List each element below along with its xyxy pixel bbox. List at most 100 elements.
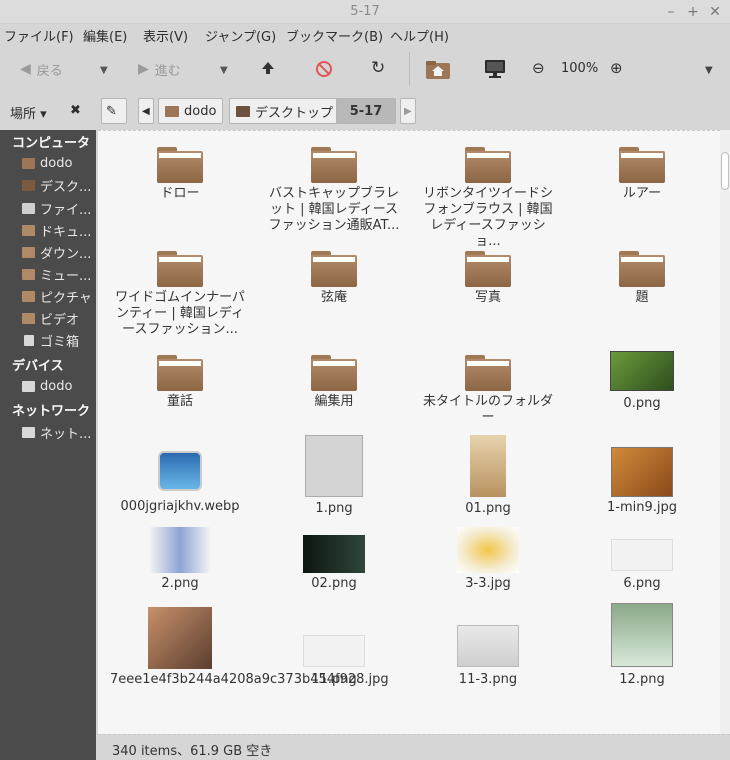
- back-history-dropdown-icon[interactable]: ▼: [100, 65, 108, 76]
- path-button-desktop[interactable]: デスクトップ: [229, 98, 341, 124]
- path-button-current[interactable]: 5-17: [336, 98, 396, 124]
- file-name: バストキャップブラレット | 韓国レディースファッション通販AT...: [268, 186, 400, 233]
- file-item[interactable]: 写真: [418, 251, 558, 306]
- file-item[interactable]: 12.png: [572, 603, 712, 688]
- file-name: 2.png: [161, 576, 199, 591]
- file-item[interactable]: 6.png: [572, 539, 712, 592]
- file-name: 01.png: [465, 501, 511, 516]
- minimize-button[interactable]: –: [662, 3, 680, 21]
- music-icon: [22, 268, 35, 280]
- sidebar-item-videos[interactable]: ビデオ: [22, 308, 79, 328]
- file-name: 6.png: [623, 576, 661, 591]
- close-window-button[interactable]: ✕: [706, 3, 724, 21]
- file-name: 童話: [166, 394, 193, 409]
- file-item[interactable]: 0.png: [572, 351, 712, 412]
- folder-icon: [311, 147, 357, 183]
- file-item[interactable]: 未タイトルのフォルダー: [418, 355, 558, 426]
- file-item[interactable]: ルアー: [572, 147, 712, 202]
- path-button-dodo[interactable]: dodo: [158, 98, 224, 124]
- reload-icon[interactable]: ↻: [371, 58, 385, 78]
- file-item[interactable]: 編集用: [264, 355, 404, 410]
- sidebar-item-network[interactable]: ネット...: [22, 422, 91, 442]
- sidebar-item-home[interactable]: dodo: [22, 153, 72, 173]
- file-item[interactable]: 1-min9.jpg: [572, 447, 712, 516]
- sidebar-header-computer: コンピュータ: [12, 136, 91, 151]
- sidebar-item-desktop[interactable]: デスク...: [22, 175, 91, 195]
- file-item[interactable]: 11-3.png: [418, 625, 558, 688]
- close-sidebar-icon[interactable]: ✖: [70, 103, 81, 118]
- sidebar-item-music[interactable]: ミュー...: [22, 264, 91, 284]
- folder-icon: [465, 147, 511, 183]
- file-item[interactable]: ワイドゴムインナーパンティー | 韓国レディースファッション...: [110, 251, 250, 338]
- stop-icon[interactable]: [316, 61, 332, 77]
- file-item[interactable]: 3-3.jpg: [418, 527, 558, 592]
- network-icon: [22, 426, 35, 438]
- file-item[interactable]: 01.png: [418, 435, 558, 517]
- menu-bookmarks[interactable]: ブックマーク(B): [286, 26, 383, 45]
- sidebar-item-device-dodo[interactable]: dodo: [22, 376, 72, 396]
- forward-history-dropdown-icon[interactable]: ▼: [220, 65, 228, 76]
- sidebar-item-documents[interactable]: ドキュ...: [22, 220, 91, 240]
- file-name: 未タイトルのフォルダー: [422, 394, 553, 425]
- file-item[interactable]: 000jgriajkhv.webp: [110, 451, 250, 515]
- file-item[interactable]: 童話: [110, 355, 250, 410]
- sidebar-item-label: ビデオ: [40, 312, 80, 328]
- path-label: デスクトップ: [255, 105, 334, 121]
- folder-icon: [157, 355, 203, 391]
- up-arrow-icon[interactable]: [260, 60, 276, 76]
- maximize-button[interactable]: +: [684, 3, 702, 21]
- home-folder-icon[interactable]: [426, 59, 450, 79]
- forward-button[interactable]: ▶ 進む: [138, 46, 181, 92]
- file-item[interactable]: 2.png: [110, 527, 250, 592]
- file-item[interactable]: 11.png: [264, 635, 404, 688]
- zoom-out-icon[interactable]: ⊖: [532, 59, 545, 77]
- zoom-in-icon[interactable]: ⊕: [610, 59, 623, 77]
- filesystem-icon: [22, 202, 35, 214]
- image-thumbnail: [611, 539, 673, 571]
- menu-help[interactable]: ヘルプ(H): [390, 26, 449, 45]
- scrollbar-thumb[interactable]: [721, 152, 729, 190]
- file-item[interactable]: 題: [572, 251, 712, 306]
- home-folder-icon: [165, 105, 179, 117]
- desktop-icon: [236, 105, 250, 117]
- file-item[interactable]: 7eee1e4f3b244a4208a9c373b454f928.jpg: [110, 607, 389, 688]
- path-scroll-left-button[interactable]: ◀: [138, 98, 154, 124]
- file-item[interactable]: ドロー: [110, 147, 250, 202]
- sidebar-item-downloads[interactable]: ダウン...: [22, 242, 91, 262]
- file-name: ドロー: [160, 186, 200, 201]
- file-name: ワイドゴムインナーパンティー | 韓国レディースファッション...: [115, 290, 245, 337]
- toggle-location-entry-button[interactable]: ✎: [101, 98, 127, 124]
- location-bar: 場所 ▾ ✖ ✎ ◀ dodo デスクトップ 5-17 ▶: [0, 94, 730, 130]
- zoom-level: 100%: [561, 61, 599, 76]
- menu-view[interactable]: 表示(V): [143, 26, 188, 45]
- sidebar-item-trash[interactable]: ゴミ箱: [22, 330, 79, 350]
- file-name: 題: [635, 290, 649, 305]
- file-name: 02.png: [311, 576, 357, 591]
- image-thumbnail: [611, 603, 673, 667]
- file-name: 3-3.jpg: [465, 576, 511, 591]
- places-dropdown[interactable]: 場所 ▾: [10, 103, 47, 122]
- file-name: ルアー: [622, 186, 662, 201]
- computer-icon[interactable]: [484, 59, 506, 79]
- folder-icon: [619, 147, 665, 183]
- back-button[interactable]: ◀ 戻る: [20, 46, 63, 92]
- folder-icon: [311, 355, 357, 391]
- menu-go[interactable]: ジャンプ(G): [205, 26, 276, 45]
- sidebar-item-pictures[interactable]: ピクチャ: [22, 286, 92, 306]
- file-item[interactable]: 02.png: [264, 535, 404, 592]
- file-name: 写真: [474, 290, 501, 305]
- file-name: 1-min9.jpg: [607, 500, 677, 515]
- vertical-scrollbar[interactable]: [720, 130, 730, 734]
- file-item[interactable]: バストキャップブラレット | 韓国レディースファッション通販AT...: [264, 147, 404, 234]
- path-scroll-right-button[interactable]: ▶: [400, 98, 416, 124]
- image-thumbnail: [303, 535, 365, 573]
- sidebar-item-label: ピクチャ: [40, 290, 92, 306]
- file-item[interactable]: 弦庵: [264, 251, 404, 306]
- file-item[interactable]: 1.png: [264, 435, 404, 517]
- sidebar-item-filesystem[interactable]: ファイ...: [22, 198, 91, 218]
- toolbar-separator: [409, 52, 410, 86]
- file-item[interactable]: リボンタイツイードシフォンブラウス | 韓国レディースファッショ...: [418, 147, 558, 250]
- menu-edit[interactable]: 編集(E): [83, 26, 127, 45]
- view-menu-dropdown-icon[interactable]: ▼: [705, 65, 713, 76]
- menu-file[interactable]: ファイル(F): [4, 26, 74, 45]
